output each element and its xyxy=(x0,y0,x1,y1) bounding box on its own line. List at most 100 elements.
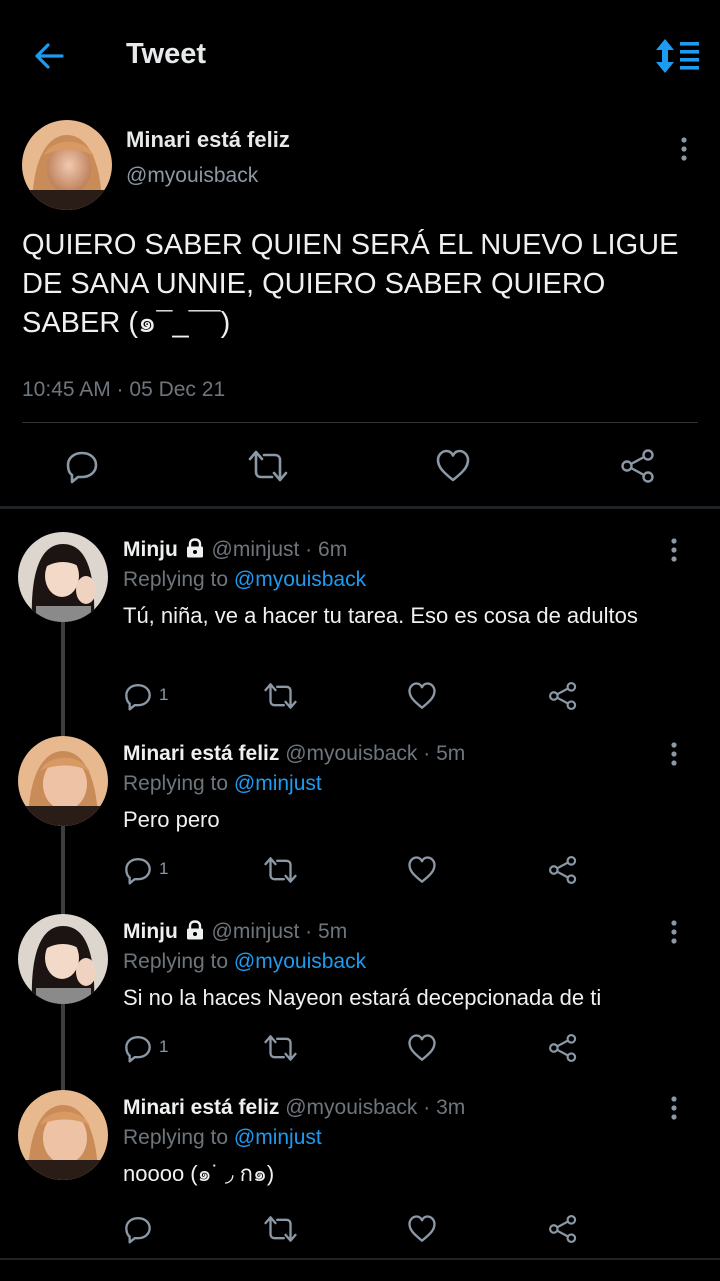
like-button[interactable] xyxy=(407,1214,437,1244)
avatar-photo xyxy=(18,1090,108,1180)
thread-line xyxy=(61,622,65,738)
retweet-icon xyxy=(264,1216,297,1242)
reply-button[interactable] xyxy=(64,448,100,484)
section-divider xyxy=(0,506,720,509)
reply-actions: 1 xyxy=(123,677,593,717)
mention-link[interactable]: @myouisback xyxy=(234,950,366,973)
author-handle[interactable]: @minjust · 6m xyxy=(212,538,348,561)
like-icon xyxy=(408,856,436,883)
share-icon xyxy=(549,1215,577,1243)
reply-count: 1 xyxy=(159,859,169,878)
avatar[interactable] xyxy=(18,532,108,622)
retweet-button[interactable] xyxy=(263,1033,298,1063)
replying-to: Replying to @minjust xyxy=(123,772,322,796)
retweet-icon xyxy=(248,450,288,482)
more-options-button[interactable] xyxy=(660,536,688,566)
like-button[interactable] xyxy=(407,681,437,711)
retweet-button[interactable] xyxy=(263,681,298,711)
like-icon xyxy=(408,1215,436,1242)
avatar[interactable] xyxy=(18,914,108,1004)
thread-line xyxy=(61,1004,65,1092)
more-vertical-icon xyxy=(671,920,677,944)
divider xyxy=(22,422,698,423)
more-vertical-icon xyxy=(671,742,677,766)
avatar-photo xyxy=(18,914,108,1004)
back-button[interactable] xyxy=(30,36,70,76)
tweet-text: QUIERO SABER QUIEN SERÁ EL NUEVO LIGUE D… xyxy=(22,229,679,339)
author-name[interactable]: Minari está feliz xyxy=(123,742,279,765)
replying-to: Replying to @minjust xyxy=(123,1126,322,1150)
author-handle[interactable]: @myouisback · 5m xyxy=(285,742,465,765)
retweet-icon xyxy=(264,857,297,883)
back-arrow-icon xyxy=(35,43,64,69)
author-handle[interactable]: @minjust · 5m xyxy=(212,920,348,943)
reply-icon xyxy=(125,1036,151,1063)
avatar[interactable] xyxy=(18,736,108,826)
reply-text: Tú, niña, ve a hacer tu tarea. Eso es co… xyxy=(123,603,638,628)
avatar[interactable] xyxy=(18,1090,108,1180)
tweet-actions xyxy=(22,440,698,490)
replying-label: Replying to xyxy=(123,772,229,795)
share-button[interactable] xyxy=(548,855,578,885)
retweet-icon xyxy=(264,1035,297,1061)
reply-actions xyxy=(123,1210,593,1250)
reply-text: Si no la haces Nayeon estará decepcionad… xyxy=(123,985,602,1010)
tweet-timestamp: 10:45 AM · 05 Dec 21 xyxy=(22,378,226,401)
mention-link[interactable]: @minjust xyxy=(234,772,322,795)
reply-icon xyxy=(125,1217,151,1244)
retweet-button[interactable] xyxy=(263,1214,298,1244)
share-icon xyxy=(549,1034,577,1062)
more-options-button[interactable] xyxy=(660,740,688,770)
avatar-photo xyxy=(18,736,108,826)
like-icon xyxy=(408,682,436,709)
mention-link[interactable]: @minjust xyxy=(234,1126,322,1149)
author-name[interactable]: Minju xyxy=(123,538,178,561)
share-icon xyxy=(549,682,577,710)
more-vertical-icon xyxy=(681,137,687,161)
reply-button[interactable] xyxy=(123,855,153,885)
share-button[interactable] xyxy=(620,448,656,484)
author-name[interactable]: Minari está feliz xyxy=(123,1096,279,1119)
sort-icon xyxy=(656,39,699,73)
retweet-button[interactable] xyxy=(263,855,298,885)
reply-button[interactable] xyxy=(123,1214,153,1244)
retweet-button[interactable] xyxy=(247,448,289,484)
reply-button[interactable] xyxy=(123,1033,153,1063)
author-handle[interactable]: @myouisback · 3m xyxy=(285,1096,465,1119)
avatar-photo xyxy=(22,120,112,210)
divider xyxy=(0,1258,720,1260)
avatar[interactable] xyxy=(22,120,112,210)
page-title: Tweet xyxy=(126,38,207,70)
reply-button[interactable] xyxy=(123,681,153,711)
reply-text: noooo (๑˙ ◞ ก๑) xyxy=(123,1161,275,1186)
thread-line xyxy=(61,826,65,916)
share-button[interactable] xyxy=(548,1214,578,1244)
reply-icon xyxy=(125,858,151,885)
replying-label: Replying to xyxy=(123,1126,229,1149)
like-icon xyxy=(436,449,470,482)
more-options-button[interactable] xyxy=(660,918,688,948)
reply-actions: 1 xyxy=(123,851,593,891)
more-vertical-icon xyxy=(671,538,677,562)
mention-link[interactable]: @myouisback xyxy=(234,568,366,591)
replying-to: Replying to @myouisback xyxy=(123,568,366,592)
share-button[interactable] xyxy=(548,1033,578,1063)
like-button[interactable] xyxy=(407,855,437,885)
reply-text: Pero pero xyxy=(123,807,220,832)
reply-icon xyxy=(125,684,151,711)
avatar-photo xyxy=(18,532,108,622)
author-name[interactable]: Minju xyxy=(123,920,178,943)
like-button[interactable] xyxy=(435,448,471,484)
like-button[interactable] xyxy=(407,1033,437,1063)
more-options-button[interactable] xyxy=(660,1094,688,1124)
sort-button[interactable] xyxy=(652,38,702,74)
replying-label: Replying to xyxy=(123,950,229,973)
lock-icon xyxy=(184,920,206,943)
reply-actions: 1 xyxy=(123,1029,593,1069)
lock-icon xyxy=(184,538,206,561)
author-name[interactable]: Minari está feliz xyxy=(126,127,290,153)
share-button[interactable] xyxy=(548,681,578,711)
more-options-button[interactable] xyxy=(664,135,704,165)
like-icon xyxy=(408,1034,436,1061)
author-handle[interactable]: @myouisback xyxy=(126,164,258,188)
